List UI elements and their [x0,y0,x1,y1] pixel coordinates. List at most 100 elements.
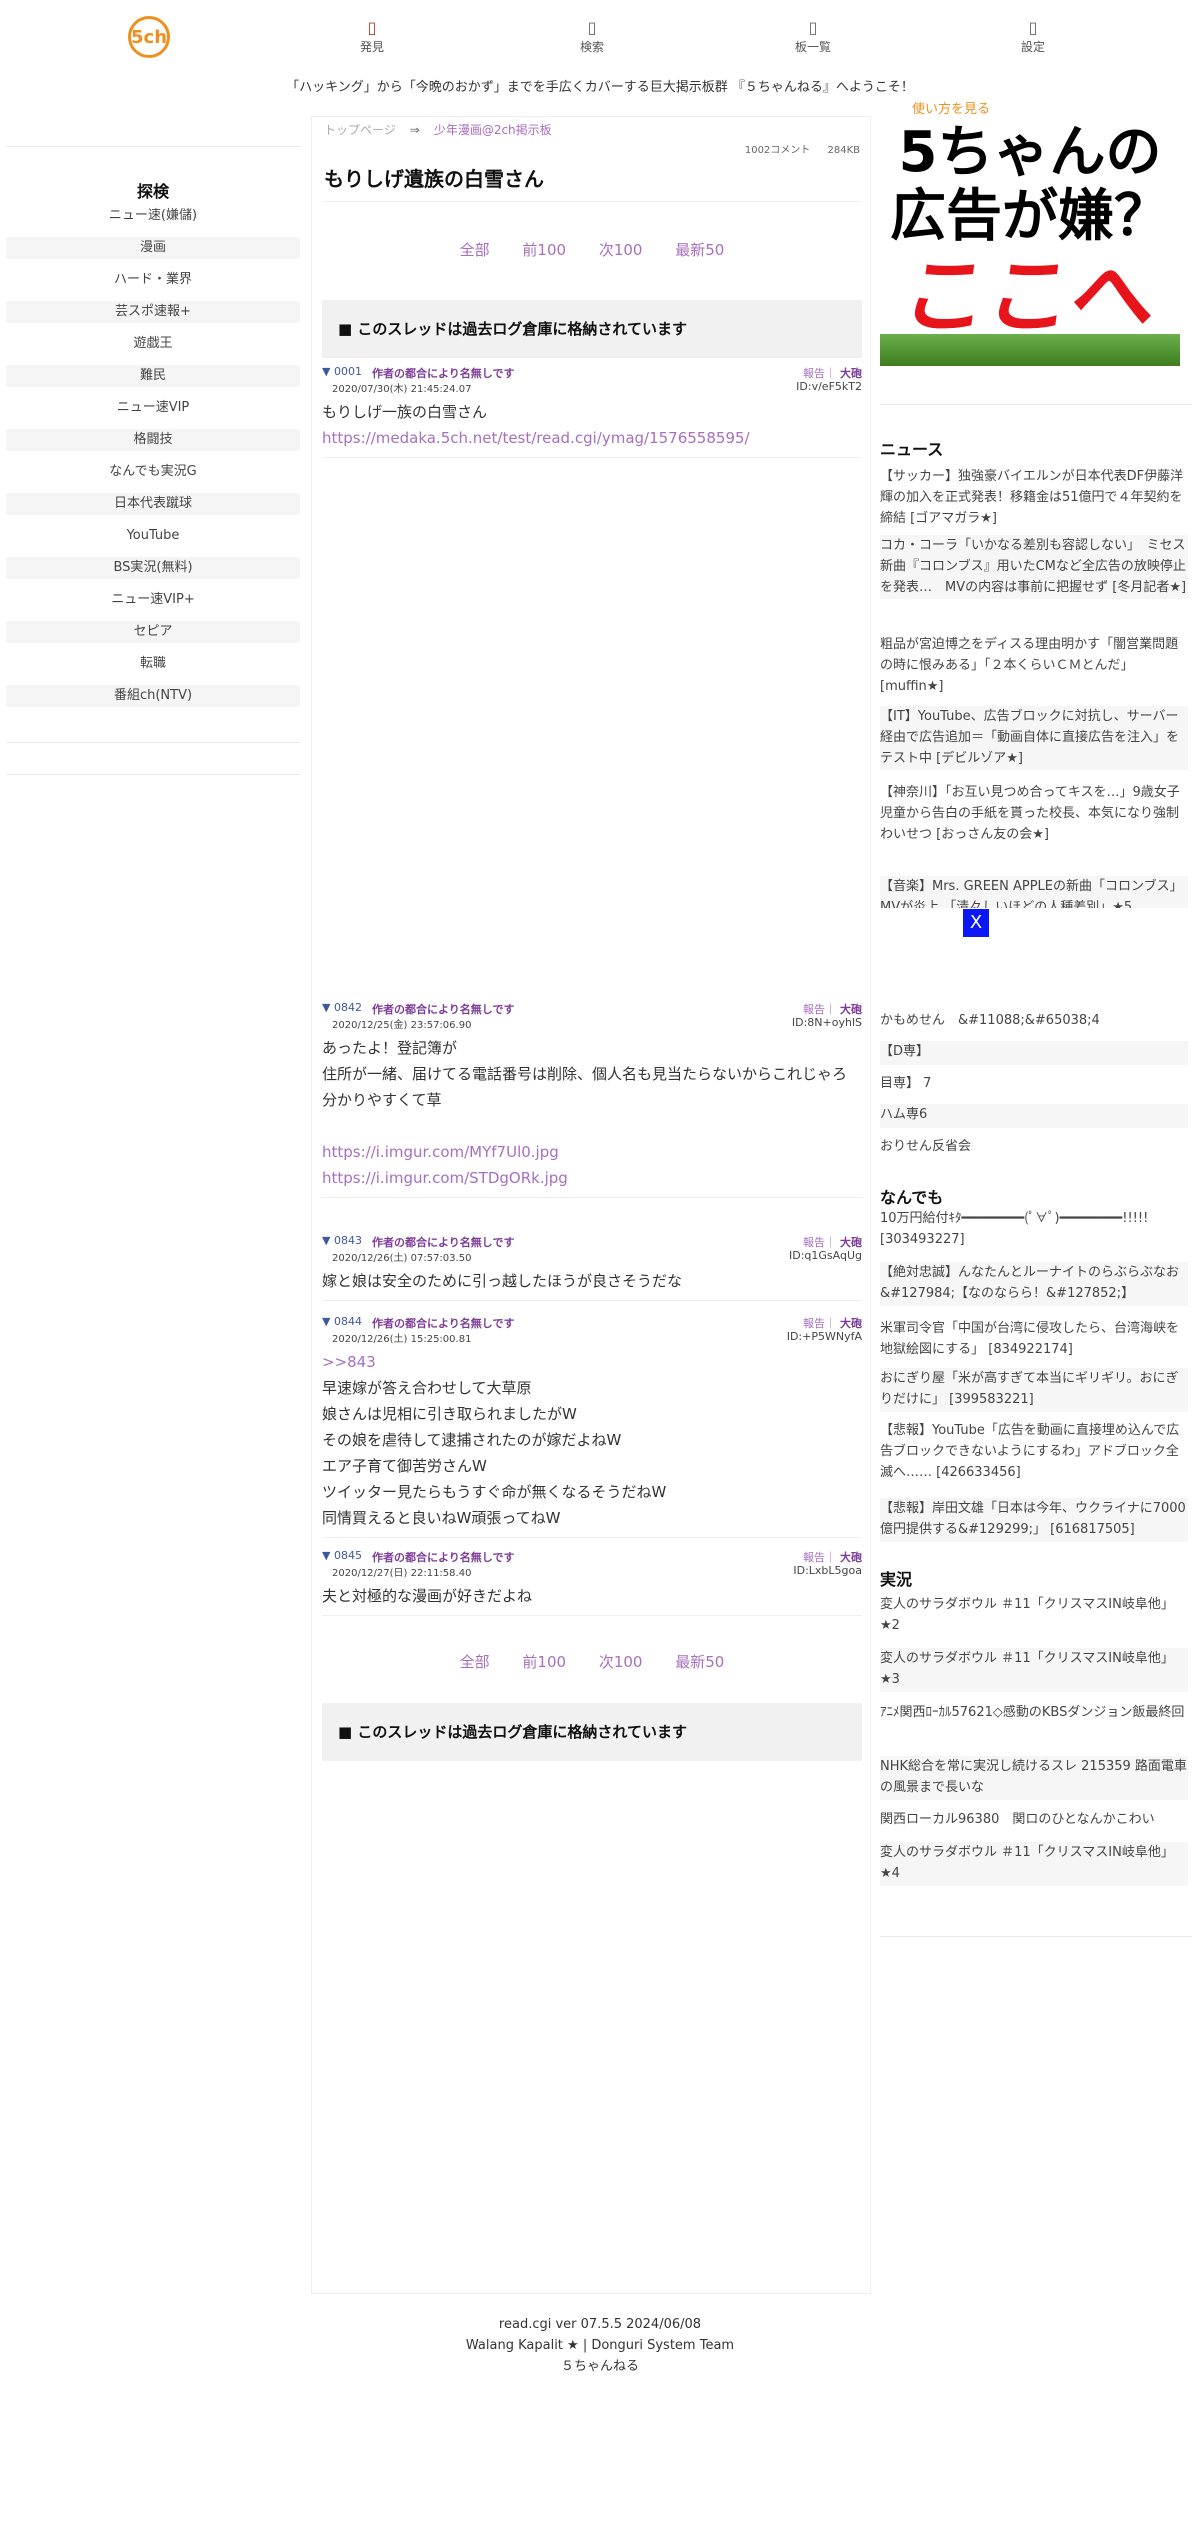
nav-discover[interactable]: ▯ 発見 [332,18,412,55]
nandemo-item[interactable]: 【悲報】YouTube「広告を動画に直接埋め込んで広告ブロックできないようにする… [880,1420,1188,1484]
report-link[interactable]: 報告｜ [803,1003,836,1016]
post-id[interactable]: ID:+P5WNyfA [787,1330,862,1343]
jikkyo-item[interactable]: 変人のサラダボウル ＃11「クリスマスIN岐阜他」★2 [880,1594,1188,1638]
cannon-link[interactable]: 大砲 [840,1003,862,1016]
news-item[interactable]: 【神奈川】「お互い見つめ合ってキスを…」9歳女子児童から告白の手紙を貰った校長、… [880,782,1188,846]
jikkyo-item[interactable]: ｱﾆﾒ関西ﾛｰｶﾙ57621◇感動のKBSダンジョン飯最終回 [880,1702,1188,1746]
news-item[interactable]: 粗品が宮迫博之をディスる理由明かす「闇営業問題の時に恨みある」「２本くらいＣＭと… [880,634,1188,698]
jikkyo-item[interactable]: 関西ローカル96380 関ロのひとなんかこわい [880,1809,1188,1833]
report-link[interactable]: 報告｜ [803,367,836,380]
pager-all[interactable]: 全部 [460,1653,490,1671]
sidebar-board-item[interactable]: BS実況(無料) [6,555,300,587]
pager-prev100[interactable]: 前100 [522,241,566,259]
post-line: 住所が一緒、届けてる電話番号は削除、個人名も見当たらないからこれじゃろ [322,1065,848,1083]
breadcrumb-board[interactable]: 少年漫画@2ch掲示板 [434,123,552,137]
post-id[interactable]: ID:v/eF5kT2 [796,380,862,393]
footer-site-name: ５ちゃんねる [560,2359,639,2374]
sidebar-board-item[interactable]: なんでも実況G [6,459,300,491]
pager-prev100[interactable]: 前100 [522,1653,566,1671]
ad-banner[interactable]: 5ちゃんの 広告が嫌？ ここへ [880,116,1180,366]
nav-board-list[interactable]: ▯ 板一覧 [773,18,853,55]
jikkyo-item[interactable]: NHK総合を常に実況し続けるスレ 215359 路面電車の風景まで長いな [880,1756,1188,1800]
nandemo-item[interactable]: 10万円給付ｷﾀ━━━━━━━━(ﾟ∀ﾟ)━━━━━━━━!!!!! [3034… [880,1208,1188,1252]
nandemo-item[interactable]: 米軍司令官「中国が台湾に侵攻したら、台湾海峡を地獄絵図にする」 [8349221… [880,1318,1188,1362]
board-ranking-item[interactable]: 目専】 7 [880,1073,1188,1097]
post-id[interactable]: ID:LxbL5goa [793,1564,862,1577]
post-link[interactable]: https://i.imgur.com/STDgORk.jpg [322,1165,862,1191]
thread-post: ▼ 0001 作者の都合により名無しです 報告｜ 大砲 2020/07/30(木) 21… [322,365,862,458]
cannon-link[interactable]: 大砲 [840,1551,862,1564]
board-ranking-item[interactable]: おりせん反省会 [880,1136,1188,1160]
sidebar-board-item[interactable]: ニュー速(嫌儲) [6,203,300,235]
footer-version: read.cgi ver 07.5.5 2024/06/08 [498,2317,702,2332]
post-date: 2020/12/25(金) 23:57:06.90 [332,1020,472,1031]
post-date: 2020/12/26(土) 07:57:03.50 [332,1253,472,1264]
post-link[interactable]: https://i.imgur.com/MYf7Ul0.jpg [322,1139,862,1165]
sidebar-board-label: セピア [6,621,300,643]
pager-latest50[interactable]: 最新50 [675,1653,724,1671]
thread-size: 284KB [827,145,860,156]
sidebar-board-item[interactable]: ニュー速VIP [6,395,300,427]
pager-all[interactable]: 全部 [460,241,490,259]
pager-next100[interactable]: 次100 [599,1653,643,1671]
post-line: 夫と対極的な漫画が好きだよね [322,1587,533,1605]
sidebar-board-item[interactable]: セピア [6,619,300,651]
nandemo-item[interactable]: おにぎり屋「米が高すぎて本当にギリギリ。おにぎりだけに」 [399583221] [880,1368,1188,1412]
post-id[interactable]: ID:8N+oyhlS [792,1016,862,1029]
nandemo-item[interactable]: 【悲報】岸田文雄「日本は今年、ウクライナに7000億円提供する&#129299;… [880,1498,1188,1542]
nav-search[interactable]: ▯ 検索 [552,18,632,55]
cannon-link[interactable]: 大砲 [840,1236,862,1249]
post-link[interactable]: https://medaka.5ch.net/test/read.cgi/yma… [322,425,862,451]
post-number[interactable]: ▼ 0001 [322,365,362,378]
post-id[interactable]: ID:q1GsAqUg [789,1249,862,1262]
post-line: エア子育て御苦労さんW [322,1457,487,1475]
post-number[interactable]: ▼ 0843 [322,1234,362,1247]
post-line: 分かりやすくて草 [322,1091,442,1109]
cannon-link[interactable]: 大砲 [840,367,862,380]
post-header: ▼ 0843 作者の都合により名無しです 報告｜ 大砲 2020/12/26(土) 07… [322,1234,862,1268]
post-date: 2020/07/30(木) 21:45:24.07 [332,384,472,395]
board-ranking-item[interactable]: 【D専】 [880,1041,1188,1065]
sidebar-board-item[interactable]: 漫画 [6,235,300,267]
report-link[interactable]: 報告｜ [803,1317,836,1330]
board-ranking-item[interactable]: かもめせん &#11088;&#65038;4 [880,1010,1188,1034]
post-number[interactable]: ▼ 0844 [322,1315,362,1328]
sidebar-board-label: なんでも実況G [109,464,197,479]
pager-latest50[interactable]: 最新50 [675,241,724,259]
report-link[interactable]: 報告｜ [803,1551,836,1564]
sidebar-board-item[interactable]: YouTube [6,523,300,555]
nandemo-item[interactable]: 【絶対忠誠】んなたんとルーナイトのらぶらぶなお&#127984;【なのならら！&… [880,1262,1188,1306]
sidebar-board-item[interactable]: 難民 [6,363,300,395]
sidebar-board-item[interactable]: ハード・業界 [6,267,300,299]
pager-next100[interactable]: 次100 [599,241,643,259]
sidebar-board-item[interactable]: 芸スポ速報+ [6,299,300,331]
news-item[interactable]: 【サッカー】独強豪バイエルンが日本代表DF伊藤洋輝の加入を正式発表！移籍金は51… [880,466,1188,530]
jikkyo-item[interactable]: 変人のサラダボウル ＃11「クリスマスIN岐阜他」★4 [880,1842,1188,1886]
board-ranking-item[interactable]: ハム専6 [880,1104,1188,1128]
sidebar-board-item[interactable]: 遊戯王 [6,331,300,363]
post-number[interactable]: ▼ 0845 [322,1549,362,1562]
post-line: 娘さんは児相に引き取られましたがW [322,1405,577,1423]
sidebar-board-item[interactable]: 番組ch(NTV) [6,683,300,715]
site-logo[interactable]: 5ch [128,16,170,58]
sidebar-board-label: 番組ch(NTV) [6,685,300,707]
post-number[interactable]: ▼ 0842 [322,1001,362,1014]
sidebar-board-item[interactable]: 格闘技 [6,427,300,459]
jikkyo-item[interactable]: 変人のサラダボウル ＃11「クリスマスIN岐阜他」★3 [880,1648,1188,1692]
search-icon: ▯ [587,18,597,37]
nav-settings[interactable]: ▯ 設定 [993,18,1073,55]
news-item[interactable]: 【IT】YouTube、広告ブロックに対抗し、サーバー経由で広告追加＝「動画自体… [880,706,1188,770]
report-link[interactable]: 報告｜ [803,1236,836,1249]
ad-howto-link[interactable]: 使い方を見る [912,98,990,117]
sidebar-board-item[interactable]: 日本代表蹴球 [6,491,300,523]
sidebar-board-item[interactable]: ニュー速VIP+ [6,587,300,619]
site-footer: read.cgi ver 07.5.5 2024/06/08 Walang Ka… [0,2314,1200,2377]
news-item[interactable]: コカ・コーラ「いかなる差別も容認しない」 ミセス新曲『コロンブス』用いたCMなど… [880,535,1188,599]
breadcrumb: トップページ ⇒ 少年漫画@2ch掲示板 [324,121,552,138]
close-ad-button[interactable]: X [963,909,989,937]
sidebar-board-item[interactable]: 転職 [6,651,300,683]
breadcrumb-top[interactable]: トップページ [324,123,396,137]
cannon-link[interactable]: 大砲 [840,1317,862,1330]
news-item[interactable]: 【音楽】Mrs. GREEN APPLEの新曲「コロンブス」MVが炎上 「清々し… [880,876,1188,908]
reply-anchor-link[interactable]: >>843 [322,1349,862,1375]
